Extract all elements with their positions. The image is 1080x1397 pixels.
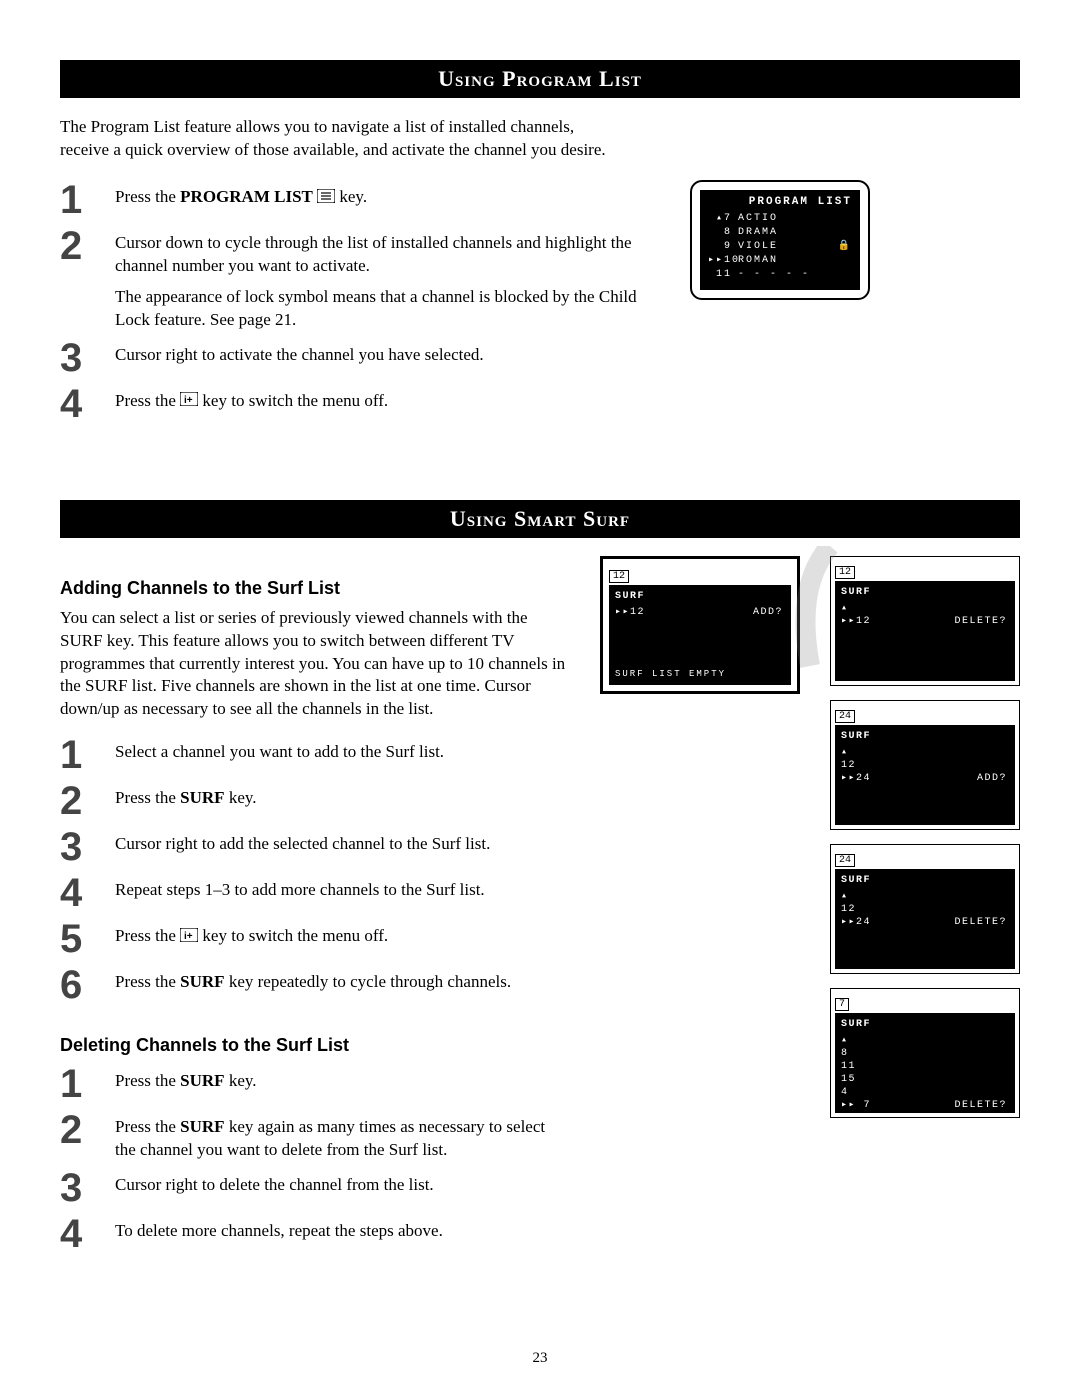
step-text: Press the SURF key.: [115, 1064, 257, 1093]
channel-badge: 7: [835, 998, 849, 1011]
step: 1Press the PROGRAM LIST key.: [60, 180, 660, 220]
step: 2Cursor down to cycle through the list o…: [60, 226, 660, 332]
step-text: Press the i+ key to switch the menu off.: [115, 919, 388, 949]
step-text: Press the SURF key again as many times a…: [115, 1110, 570, 1162]
step-number: 2: [60, 781, 115, 821]
surf-line: ▸▸24DELETE?: [841, 916, 1009, 929]
tv-row: 8DRAMA: [708, 226, 852, 240]
surf-line: ▸▸ 7DELETE?: [841, 1099, 1009, 1112]
step-text: To delete more channels, repeat the step…: [115, 1214, 443, 1243]
surf-line: 12: [841, 903, 1009, 916]
surf-line: ▴: [841, 890, 1009, 903]
step-number: 3: [60, 338, 115, 378]
channel-badge: 24: [835, 854, 855, 867]
step: 4Press the i+ key to switch the menu off…: [60, 384, 660, 424]
step-number: 5: [60, 919, 115, 959]
sub-heading-deleting: Deleting Channels to the Surf List: [60, 1035, 570, 1056]
surf-title: SURF: [841, 731, 1009, 742]
surf-box: 24 SURF ▴ 12▸▸24ADD?: [830, 700, 1020, 830]
svg-text:i+: i+: [184, 395, 193, 406]
step-number: 2: [60, 226, 115, 266]
step-number: 1: [60, 1064, 115, 1104]
tv-row: ▸▸10ROMAN: [708, 254, 852, 268]
step-text: Press the i+ key to switch the menu off.: [115, 384, 388, 414]
surf-line: 11: [841, 1060, 1009, 1073]
tv-row: 9VIOLE🔒: [708, 240, 852, 254]
tv-title: PROGRAM LIST: [708, 196, 852, 208]
surf-title: SURF: [841, 1019, 1009, 1030]
surf-line: ▸▸24ADD?: [841, 772, 1009, 785]
surf-line: ▸▸12DELETE?: [841, 615, 1009, 628]
step-text: Press the SURF key.: [115, 781, 257, 810]
step-number: 1: [60, 735, 115, 775]
page-number: 23: [0, 1350, 1080, 1367]
step: 5Press the i+ key to switch the menu off…: [60, 919, 570, 959]
step: 4Repeat steps 1–3 to add more channels t…: [60, 873, 570, 913]
tv-row: 11- - - - -: [708, 268, 852, 282]
step-number: 2: [60, 1110, 115, 1150]
surf-box-big: 12 SURF ▸▸12 ADD? SURF LIST EMPTY: [600, 556, 800, 694]
surf-title: SURF: [841, 875, 1009, 886]
step: 1Press the SURF key.: [60, 1064, 570, 1104]
surf-title: SURF: [615, 591, 785, 602]
surf-box: 24 SURF ▴ 12▸▸24DELETE?: [830, 844, 1020, 974]
surf-line: ▴: [841, 1034, 1009, 1047]
step-text: Press the PROGRAM LIST key.: [115, 180, 367, 210]
step-number: 4: [60, 384, 115, 424]
surf-line: 8: [841, 1047, 1009, 1060]
step-text: Cursor right to add the selected channel…: [115, 827, 490, 856]
channel-badge: 12: [609, 570, 629, 583]
surf-box: 7 SURF ▴ 8 11 15 4▸▸ 7DELETE?: [830, 988, 1020, 1118]
step-text: Select a channel you want to add to the …: [115, 735, 444, 764]
tv-row: ▴7ACTIO: [708, 212, 852, 226]
step-number: 4: [60, 873, 115, 913]
step-number: 4: [60, 1214, 115, 1254]
step-text: Cursor right to delete the channel from …: [115, 1168, 434, 1197]
svg-text:i+: i+: [184, 931, 193, 942]
step-number: 3: [60, 1168, 115, 1208]
deleting-steps: 1Press the SURF key.2Press the SURF key …: [60, 1064, 570, 1254]
step: 2Press the SURF key.: [60, 781, 570, 821]
section-header-program-list: Using Program List: [60, 60, 1020, 98]
step: 3Cursor right to add the selected channe…: [60, 827, 570, 867]
step-text: Cursor down to cycle through the list of…: [115, 226, 660, 332]
step: 1Select a channel you want to add to the…: [60, 735, 570, 775]
surf-line: ▴: [841, 746, 1009, 759]
step: 4To delete more channels, repeat the ste…: [60, 1214, 570, 1254]
channel-badge: 24: [835, 710, 855, 723]
intro-text: The Program List feature allows you to n…: [60, 116, 620, 162]
surf-action: ADD?: [753, 606, 783, 619]
surf-footer: SURF LIST EMPTY: [615, 669, 726, 679]
sub-heading-adding: Adding Channels to the Surf List: [60, 578, 570, 599]
surf-line: 15: [841, 1073, 1009, 1086]
step-number: 6: [60, 965, 115, 1005]
surf-title: SURF: [841, 587, 1009, 598]
surf-line: ▴: [841, 602, 1009, 615]
surf-line: 12: [841, 759, 1009, 772]
step: 6Press the SURF key repeatedly to cycle …: [60, 965, 570, 1005]
step-number: 3: [60, 827, 115, 867]
step: 2Press the SURF key again as many times …: [60, 1110, 570, 1162]
info-icon: i+: [180, 390, 198, 413]
menu-icon: [317, 187, 335, 210]
surf-box: 12 SURF ▴▸▸12DELETE?: [830, 556, 1020, 686]
adding-body: You can select a list or series of previ…: [60, 607, 570, 722]
program-list-steps: 1Press the PROGRAM LIST key.2Cursor down…: [60, 180, 660, 430]
step: 3Cursor right to delete the channel from…: [60, 1168, 570, 1208]
swoosh-icon: [790, 546, 840, 676]
program-list-tv: PROGRAM LIST ▴7ACTIO8DRAMA9VIOLE🔒▸▸10ROM…: [690, 180, 870, 300]
step-text: Cursor right to activate the channel you…: [115, 338, 484, 367]
surf-line: ▸▸12: [615, 607, 645, 618]
info-icon: i+: [180, 926, 198, 949]
step-number: 1: [60, 180, 115, 220]
step-text: Repeat steps 1–3 to add more channels to…: [115, 873, 485, 902]
section-header-smart-surf: Using Smart Surf: [60, 500, 1020, 538]
step-text: Press the SURF key repeatedly to cycle t…: [115, 965, 511, 994]
step: 3Cursor right to activate the channel yo…: [60, 338, 660, 378]
adding-steps: 1Select a channel you want to add to the…: [60, 735, 570, 1005]
surf-line: 4: [841, 1086, 1009, 1099]
